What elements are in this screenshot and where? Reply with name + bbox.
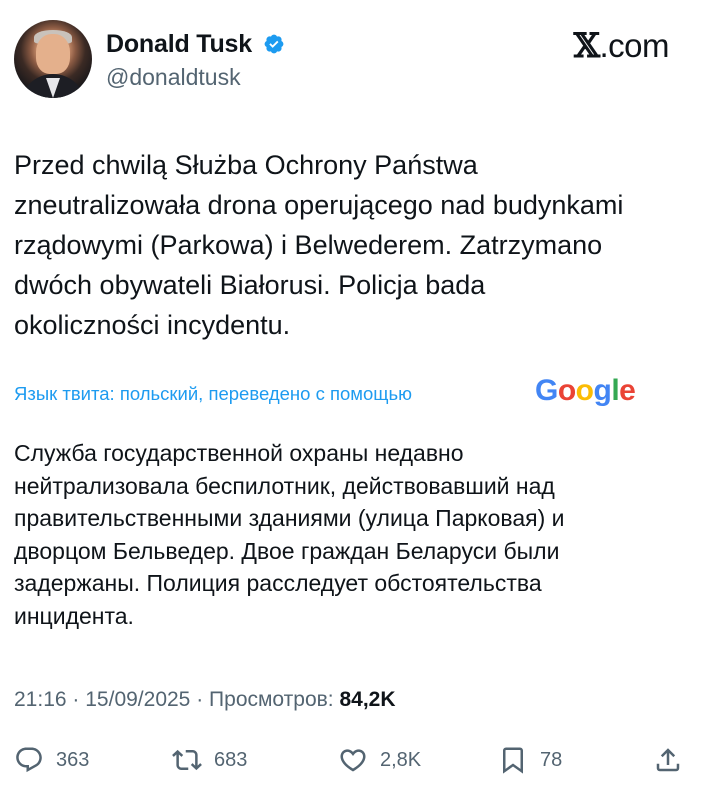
like-button[interactable]: 2,8K (338, 738, 421, 782)
author-name[interactable]: Donald Tusk (106, 30, 252, 59)
reply-icon (16, 747, 42, 773)
bookmark-icon (503, 747, 523, 774)
like-count: 2,8K (380, 748, 422, 771)
tweet-date[interactable]: 15/09/2025 (85, 688, 190, 711)
repost-button[interactable]: 683 (172, 738, 247, 782)
meta-separator: · (72, 688, 80, 711)
google-letter: o (575, 374, 594, 407)
action-bar: 363 683 2,8K 78 (0, 738, 703, 782)
verified-badge-icon (264, 34, 284, 54)
share-button[interactable] (653, 738, 683, 782)
tweet-meta: 21:16 · 15/09/2025 · Просмотров: 84,2K (14, 688, 396, 712)
views-count: 84,2K (339, 688, 396, 711)
google-letter: g (593, 374, 612, 407)
avatar-face (36, 34, 70, 74)
repost-icon (172, 749, 202, 771)
google-logo: Google (535, 374, 636, 408)
heart-icon (340, 749, 366, 772)
google-letter: l (611, 374, 620, 407)
tweet-time[interactable]: 21:16 (14, 688, 67, 711)
google-letter: G (535, 374, 558, 407)
bookmark-button[interactable]: 78 (498, 738, 562, 782)
google-letter: o (557, 374, 576, 407)
reply-count: 363 (56, 748, 90, 771)
reply-button[interactable]: 363 (14, 738, 89, 782)
share-icon (656, 748, 680, 772)
profile-avatar[interactable] (14, 20, 92, 98)
translation-note[interactable]: Язык твита: польский, переведено с помощ… (14, 383, 412, 405)
brand-logo: 𝕏.com (573, 26, 670, 66)
translated-text: Служба государственной охраны недавно не… (14, 440, 565, 629)
x-logo-icon: 𝕏 (573, 26, 600, 66)
meta-separator: · (196, 688, 204, 711)
views-label: Просмотров: (209, 688, 334, 711)
tweet-text: Przed chwilą Służba Ochrony Państwa zneu… (14, 150, 624, 340)
repost-count: 683 (214, 748, 248, 771)
author-handle[interactable]: @donaldtusk (106, 64, 241, 91)
google-letter: e (619, 374, 636, 407)
brand-suffix: .com (599, 27, 669, 64)
bookmark-count: 78 (540, 748, 563, 771)
